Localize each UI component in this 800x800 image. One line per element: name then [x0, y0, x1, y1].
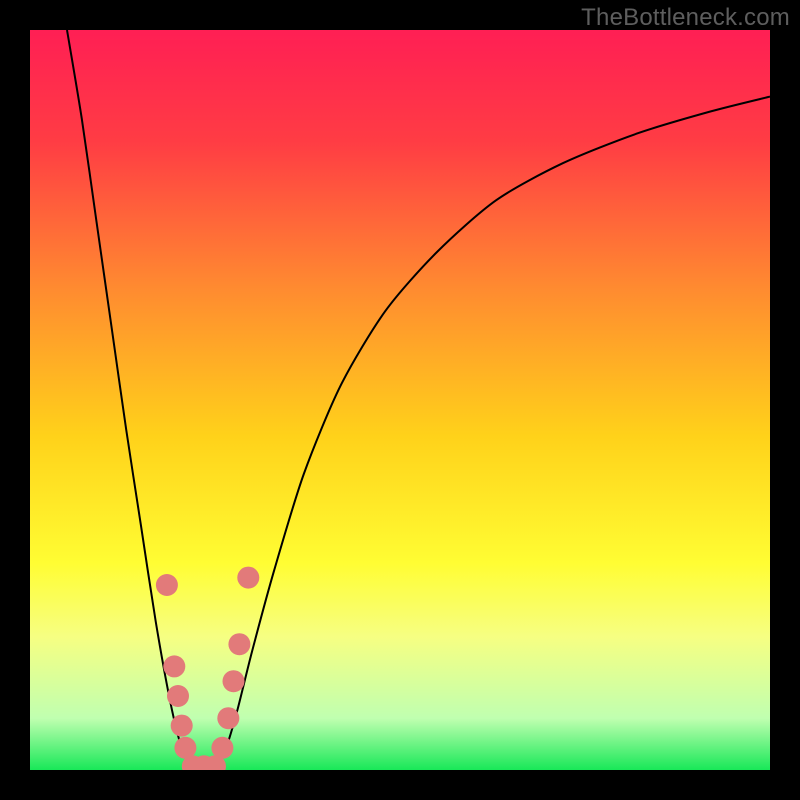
dip-marker	[237, 567, 259, 589]
dip-marker	[171, 715, 193, 737]
dip-marker	[211, 737, 233, 759]
dip-marker	[156, 574, 178, 596]
chart-plot	[30, 30, 770, 770]
dip-marker	[167, 685, 189, 707]
dip-marker	[228, 633, 250, 655]
gradient-background	[30, 30, 770, 770]
outer-frame: TheBottleneck.com	[0, 0, 800, 800]
dip-marker	[163, 655, 185, 677]
watermark-text: TheBottleneck.com	[581, 4, 790, 32]
dip-marker	[223, 670, 245, 692]
dip-marker	[217, 707, 239, 729]
